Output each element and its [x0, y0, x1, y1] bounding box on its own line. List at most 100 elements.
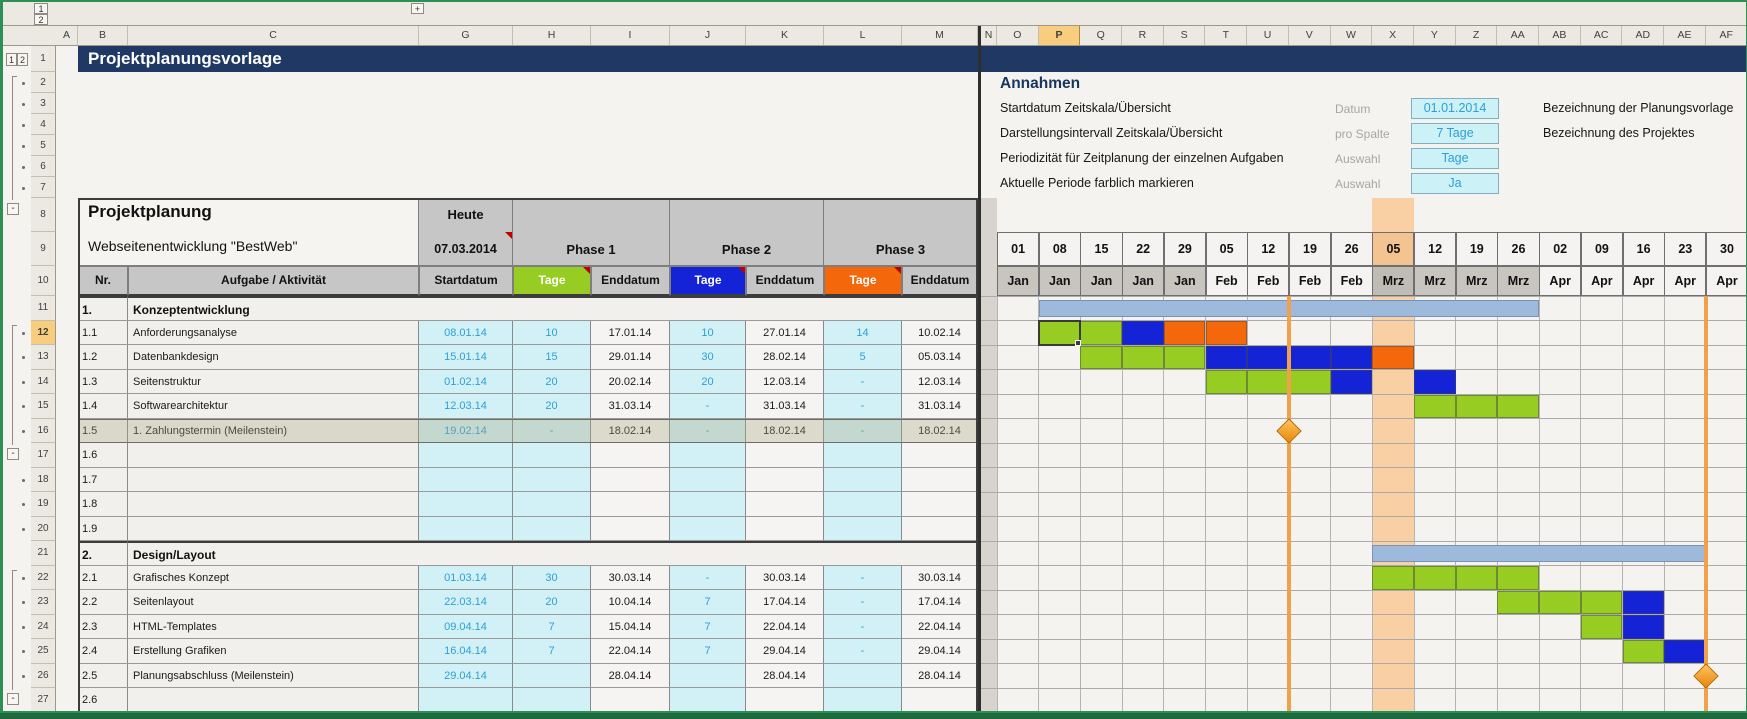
gantt-date-header-02-13[interactable]: 02 [1539, 232, 1581, 266]
gantt-bar-cell-blue-r24c15[interactable] [1623, 615, 1665, 639]
gantt-month-header-Feb-6[interactable]: Feb [1247, 266, 1289, 296]
column-header-C[interactable]: C [128, 26, 419, 45]
phase1-header-cell[interactable]: Phase 1 [513, 198, 670, 266]
gantt-bar-cell-green-r13c2[interactable] [1080, 346, 1122, 370]
task-t1-cell-2.5[interactable] [513, 664, 591, 689]
gantt-date-header-12-6[interactable]: 12 [1247, 232, 1289, 266]
column-header-L[interactable]: L [824, 26, 902, 45]
section-title-cell[interactable]: Konzeptentwicklung [128, 296, 978, 321]
column-header-A[interactable]: A [56, 26, 78, 45]
gantt-month-header-Mrz-12[interactable]: Mrz [1497, 266, 1539, 296]
task-e1-cell-1.6[interactable] [591, 443, 670, 468]
task-t3-cell-2.1[interactable]: - [824, 566, 902, 591]
task-t2-cell-2.4[interactable]: 7 [670, 639, 746, 664]
heute-date-cell[interactable]: 07.03.2014 [419, 232, 513, 266]
table-column-header-4[interactable]: Enddatum [591, 266, 670, 296]
row-header-1[interactable]: 1 [31, 46, 56, 72]
task-t3-cell-1.8[interactable] [824, 492, 902, 517]
task-nr-cell-1.2[interactable]: 1.2 [78, 345, 128, 370]
task-start-cell-1.6[interactable] [419, 443, 513, 468]
gantt-date-header-05-5[interactable]: 05 [1206, 232, 1248, 266]
task-t2-cell-2.1[interactable]: - [670, 566, 746, 591]
gantt-date-header-29-4[interactable]: 29 [1164, 232, 1206, 266]
table-column-header-6[interactable]: Enddatum [746, 266, 824, 296]
gantt-bar-cell-orange-r13c9[interactable] [1372, 346, 1414, 370]
gantt-month-header-Mrz-10[interactable]: Mrz [1414, 266, 1456, 296]
task-e1-cell-2.6[interactable] [591, 688, 670, 711]
outline-level-1-button[interactable]: 1 [34, 3, 48, 14]
column-header-AB[interactable]: AB [1539, 26, 1581, 45]
task-e2-cell-1.5[interactable]: 18.02.14 [746, 419, 824, 444]
row-header-25[interactable]: 25 [31, 639, 56, 664]
gantt-date-header-16-15[interactable]: 16 [1623, 232, 1665, 266]
row-header-17[interactable]: 17 [31, 443, 56, 468]
task-nr-cell-2.5[interactable]: 2.5 [78, 664, 128, 689]
row-header-18[interactable]: 18 [31, 468, 56, 493]
task-e1-cell-1.1[interactable]: 17.01.14 [591, 321, 670, 346]
task-name-cell-2.2[interactable]: Seitenlayout [128, 590, 419, 615]
task-name-cell-1.1[interactable]: Anforderungsanalyse [128, 321, 419, 346]
gantt-month-header-Apr-17[interactable]: Apr [1706, 266, 1746, 296]
row-header-26[interactable]: 26 [31, 664, 56, 689]
row-header-14[interactable]: 14 [31, 370, 56, 395]
task-e3-cell-1.9[interactable] [902, 517, 978, 542]
task-start-cell-2.4[interactable]: 16.04.14 [419, 639, 513, 664]
task-t3-cell-1.2[interactable]: 5 [824, 345, 902, 370]
gantt-month-header-Jan-1[interactable]: Jan [1039, 266, 1081, 296]
task-e2-cell-2.3[interactable]: 22.04.14 [746, 615, 824, 640]
gantt-bar-cell-green-r23c13[interactable] [1539, 591, 1581, 615]
gantt-month-header-Jan-2[interactable]: Jan [1080, 266, 1122, 296]
column-header-H[interactable]: H [513, 26, 591, 45]
collapse-group-button[interactable]: - [7, 203, 19, 215]
gantt-bar-cell-orange-r12c4[interactable] [1164, 321, 1206, 345]
pane-split-line[interactable] [978, 26, 981, 711]
row-header-23[interactable]: 23 [31, 590, 56, 615]
milestone-diamond-row16[interactable] [1276, 418, 1301, 443]
task-start-cell-2.3[interactable]: 09.04.14 [419, 615, 513, 640]
task-t3-cell-2.6[interactable] [824, 688, 902, 711]
task-t1-cell-1.1[interactable]: 10 [513, 321, 591, 346]
fill-handle[interactable] [1075, 340, 1081, 346]
table-title-cell[interactable]: Projektplanung Webseitenentwicklung "Bes… [78, 198, 419, 266]
gantt-bar-cell-blue-r13c8[interactable] [1331, 346, 1373, 370]
task-name-cell-1.5[interactable]: 1. Zahlungstermin (Meilenstein) [128, 419, 419, 444]
gantt-bar-cell-blue-r13c5[interactable] [1206, 346, 1248, 370]
gantt-month-header-Apr-13[interactable]: Apr [1539, 266, 1581, 296]
gantt-bar-cell-green-r15c10[interactable] [1414, 395, 1456, 419]
gantt-bar-cell-green-r23c14[interactable] [1581, 591, 1623, 615]
task-name-cell-1.3[interactable]: Seitenstruktur [128, 370, 419, 395]
task-t1-cell-1.5[interactable]: - [513, 419, 591, 444]
task-t2-cell-2.2[interactable]: 7 [670, 590, 746, 615]
gantt-date-header-22-3[interactable]: 22 [1122, 232, 1164, 266]
gantt-month-header-Feb-5[interactable]: Feb [1206, 266, 1248, 296]
gantt-bar-cell-blue-r23c15[interactable] [1623, 591, 1665, 615]
task-e3-cell-2.4[interactable]: 29.04.14 [902, 639, 978, 664]
row-header-3[interactable]: 3 [31, 93, 56, 114]
gantt-month-header-Apr-16[interactable]: Apr [1664, 266, 1706, 296]
task-name-cell-2.5[interactable]: Planungsabschluss (Meilenstein) [128, 664, 419, 689]
task-e3-cell-1.2[interactable]: 05.03.14 [902, 345, 978, 370]
task-e2-cell-2.6[interactable] [746, 688, 824, 711]
gantt-date-header-08-1[interactable]: 08 [1039, 232, 1081, 266]
section-nr-cell[interactable]: 2. [78, 541, 128, 566]
task-nr-cell-1.8[interactable]: 1.8 [78, 492, 128, 517]
task-e3-cell-1.1[interactable]: 10.02.14 [902, 321, 978, 346]
column-header-I[interactable]: I [591, 26, 670, 45]
gantt-date-header-05-9[interactable]: 05 [1372, 232, 1414, 266]
task-e1-cell-1.2[interactable]: 29.01.14 [591, 345, 670, 370]
gantt-bar-cell-blue-r13c7[interactable] [1289, 346, 1331, 370]
task-t1-cell-1.2[interactable]: 15 [513, 345, 591, 370]
task-e3-cell-2.2[interactable]: 17.04.14 [902, 590, 978, 615]
gantt-date-header-12-10[interactable]: 12 [1414, 232, 1456, 266]
task-t2-cell-1.1[interactable]: 10 [670, 321, 746, 346]
column-header-AE[interactable]: AE [1664, 26, 1706, 45]
task-t1-cell-2.2[interactable]: 20 [513, 590, 591, 615]
task-name-cell-2.3[interactable]: HTML-Templates [128, 615, 419, 640]
row-header-21[interactable]: 21 [31, 541, 56, 566]
task-e2-cell-2.4[interactable]: 29.04.14 [746, 639, 824, 664]
task-name-cell-2.4[interactable]: Erstellung Grafiken [128, 639, 419, 664]
task-t3-cell-1.4[interactable]: - [824, 394, 902, 419]
column-header-M[interactable]: M [902, 26, 978, 45]
task-name-cell-1.9[interactable] [128, 517, 419, 542]
task-t3-cell-1.6[interactable] [824, 443, 902, 468]
